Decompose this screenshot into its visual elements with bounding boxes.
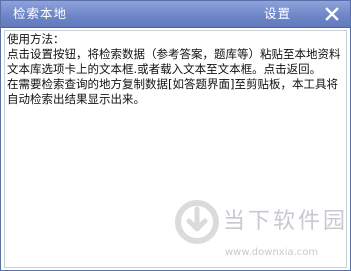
window-title: 检索本地 xyxy=(13,6,68,21)
title-bar: 检索本地 设置 xyxy=(1,1,350,28)
close-icon xyxy=(325,7,339,21)
search-data-textarea[interactable]: 使用方法： 点击设置按钮，将检索数据（参考答案，题库等）粘贴至本地资料文本库选项… xyxy=(4,30,347,268)
close-button[interactable] xyxy=(321,4,343,24)
app-window: 检索本地 设置 使用方法： 点击设置按钮，将检索数据（参考答案，题库等）粘贴至本… xyxy=(0,0,351,271)
settings-button[interactable]: 设置 xyxy=(264,6,291,22)
